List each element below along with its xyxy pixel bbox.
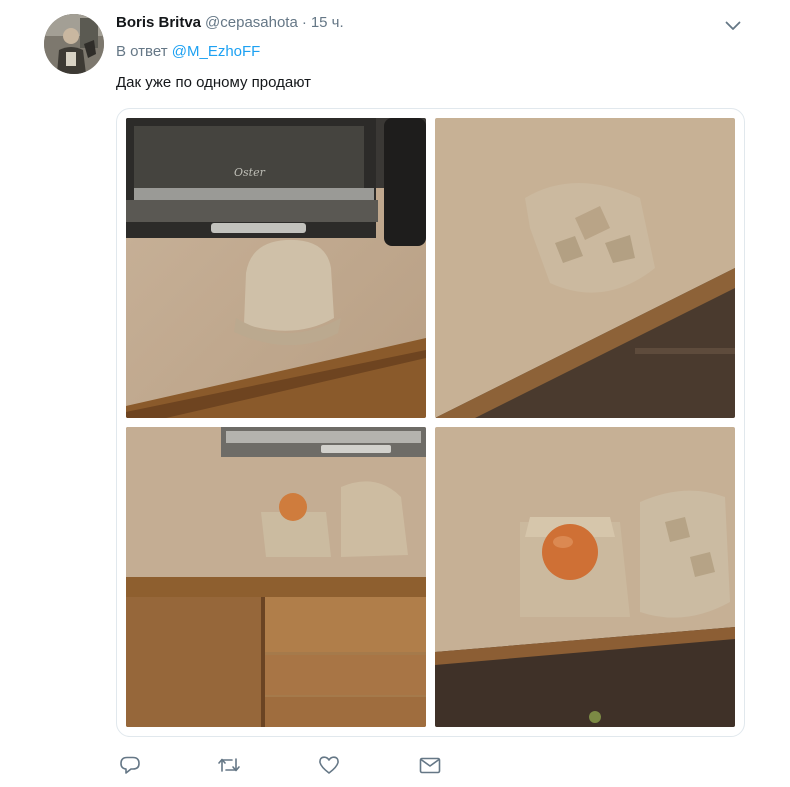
- tweet[interactable]: Boris Britva @cepasahota · 15 ч. В ответ…: [0, 0, 790, 787]
- media-grid: Oster: [116, 108, 745, 737]
- reply-context: В ответ @M_EzhoFF: [116, 43, 260, 60]
- avatar[interactable]: [44, 14, 104, 74]
- chevron-down-icon[interactable]: [722, 16, 744, 36]
- retweet-icon: [218, 758, 240, 772]
- photo-3[interactable]: [126, 427, 426, 727]
- reply-prefix: В ответ: [116, 43, 168, 60]
- author-handle[interactable]: @cepasahota: [205, 14, 298, 31]
- photo-1[interactable]: Oster: [126, 118, 426, 418]
- tweet-text: Дак уже по одному продают: [116, 74, 311, 91]
- separator-dot: ·: [301, 14, 307, 31]
- reply-mention-link[interactable]: @M_EzhoFF: [172, 43, 261, 60]
- tweet-actions: [116, 752, 736, 778]
- author-name[interactable]: Boris Britva: [116, 14, 201, 31]
- heart-icon: [319, 756, 339, 774]
- reply-icon: [120, 756, 140, 774]
- tweet-timestamp[interactable]: 15 ч.: [311, 14, 344, 31]
- like-button[interactable]: [318, 752, 340, 778]
- oster-logo: Oster: [234, 166, 266, 179]
- tweet-header: Boris Britva @cepasahota · 15 ч.: [116, 14, 344, 34]
- envelope-icon: [419, 757, 441, 774]
- reply-button[interactable]: [119, 752, 141, 778]
- retweet-button[interactable]: [217, 752, 241, 778]
- direct-message-button[interactable]: [418, 752, 442, 778]
- photo-2[interactable]: [435, 118, 735, 418]
- photo-4[interactable]: [435, 427, 735, 727]
